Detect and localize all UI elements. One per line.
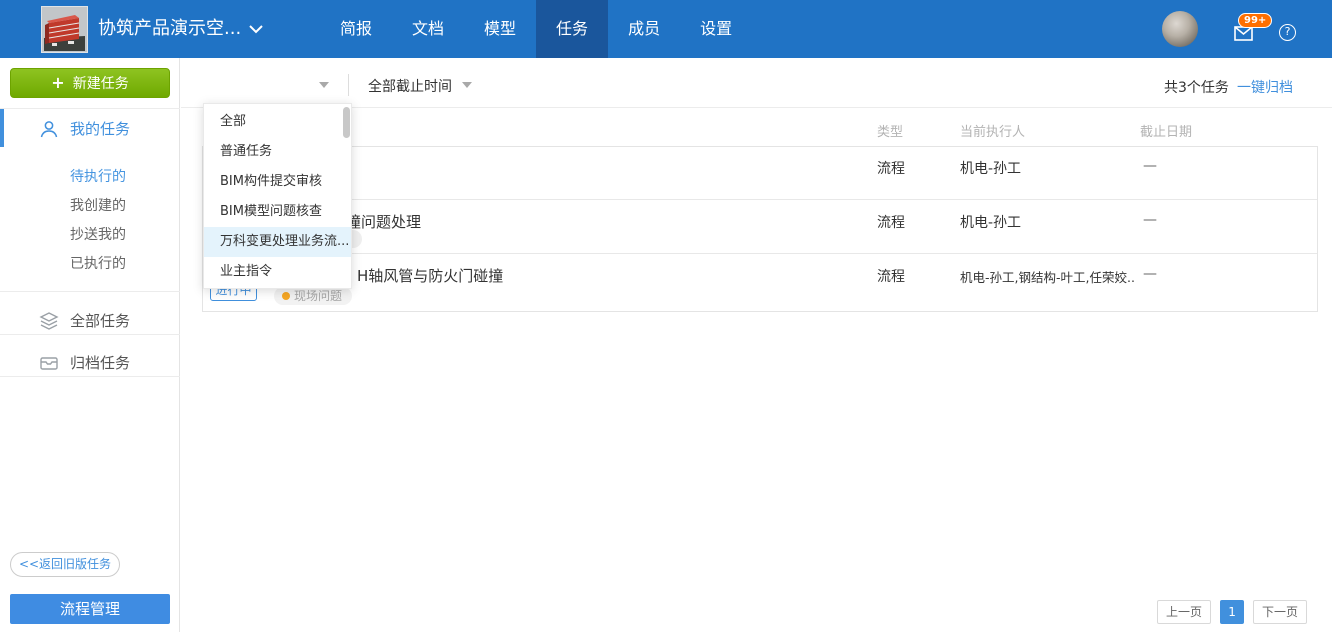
plus-icon: +: [51, 73, 64, 92]
nav-tab-tasks[interactable]: 任务: [536, 0, 608, 58]
menu-item-all[interactable]: 全部: [204, 107, 351, 137]
message-icon[interactable]: [1234, 26, 1253, 41]
task-row-3-deadline: —: [1143, 266, 1157, 282]
column-header-deadline: 截止日期: [1140, 121, 1192, 140]
task-row-2-executor: 机电-孙工: [960, 212, 1021, 232]
task-row-3-executor: 机电-孙工,钢结构-叶工,任荣姣...: [960, 267, 1136, 286]
new-task-button[interactable]: + 新建任务: [10, 68, 170, 98]
back-to-old-version-button[interactable]: <<返回旧版任务: [10, 552, 120, 577]
menu-item-bim-component-review[interactable]: BIM构件提交审核: [204, 167, 351, 197]
one-click-archive-link[interactable]: 一键归档: [1237, 77, 1293, 97]
nav-tab-documents[interactable]: 文档: [392, 0, 464, 58]
divider: [0, 334, 180, 335]
sidebar-item-my-tasks[interactable]: 我的任务: [0, 112, 180, 146]
current-page-button[interactable]: 1: [1220, 600, 1244, 624]
help-icon[interactable]: ?: [1279, 24, 1296, 41]
task-row-2-deadline: —: [1143, 212, 1157, 228]
divider: [0, 376, 180, 377]
column-header-type: 类型: [877, 121, 903, 140]
nav-tab-briefing[interactable]: 简报: [320, 0, 392, 58]
new-task-label: 新建任务: [73, 76, 129, 92]
scrollbar-thumb[interactable]: [343, 107, 350, 138]
task-row-1-deadline: —: [1143, 158, 1157, 174]
archive-tasks-label: 归档任务: [70, 352, 130, 373]
workspace-logo[interactable]: [41, 6, 88, 53]
menu-item-vanke-change-flow[interactable]: 万科变更处理业务流...: [204, 227, 351, 257]
caret-down-icon[interactable]: [319, 82, 329, 88]
sidebar-item-executed[interactable]: 已执行的: [70, 253, 170, 277]
top-bar: 协筑产品演示空... 简报 文档 模型 任务 成员 设置 99+ ?: [0, 0, 1332, 58]
tag-site-issue[interactable]: 现场问题: [274, 287, 352, 305]
task-row-3-title[interactable]: H轴风管与防火门碰撞: [357, 265, 503, 286]
task-row-1-executor: 机电-孙工: [960, 158, 1021, 178]
task-row-2-type: 流程: [877, 212, 905, 232]
task-row-3-type: 流程: [877, 266, 905, 286]
sidebar-item-all-tasks[interactable]: 全部任务: [0, 304, 180, 338]
menu-item-owner-instruction[interactable]: 业主指令: [204, 257, 351, 287]
workspace-title[interactable]: 协筑产品演示空...: [98, 0, 241, 58]
sidebar-item-cc-to-me[interactable]: 抄送我的: [70, 224, 170, 248]
prev-page-button[interactable]: 上一页: [1157, 600, 1211, 624]
task-row-1-type: 流程: [877, 158, 905, 178]
nav-tab-members[interactable]: 成员: [608, 0, 680, 58]
sidebar-item-archive-tasks[interactable]: 归档任务: [0, 346, 180, 380]
nav-tab-models[interactable]: 模型: [464, 0, 536, 58]
main-nav: 简报 文档 模型 任务 成员 设置: [320, 0, 752, 58]
next-page-button[interactable]: 下一页: [1253, 600, 1307, 624]
sidebar-item-created-by-me[interactable]: 我创建的: [70, 195, 170, 219]
my-tasks-label: 我的任务: [70, 118, 130, 139]
person-icon: [39, 119, 59, 139]
nav-tab-settings[interactable]: 设置: [680, 0, 752, 58]
type-filter-menu: 全部 普通任务 BIM构件提交审核 BIM模型问题核查 万科变更处理业务流...…: [203, 103, 352, 289]
notification-badge: 99+: [1238, 13, 1272, 28]
sidebar-item-pending[interactable]: 待执行的: [70, 166, 170, 190]
deadline-filter-dropdown[interactable]: 全部截止时间: [368, 76, 452, 96]
filter-bar: [181, 58, 1332, 108]
tag-dot-icon: [282, 292, 290, 300]
pagination: 上一页 1 下一页: [1157, 600, 1307, 624]
task-row-2-title[interactable]: 撞问题处理: [346, 211, 421, 232]
column-header-executor: 当前执行人: [960, 121, 1025, 140]
building-logo-icon: [42, 7, 87, 52]
sidebar: + 新建任务 我的任务 待执行的 我创建的 抄送我的 已执行的 全部任务: [0, 58, 180, 632]
chevron-down-icon[interactable]: [249, 25, 263, 34]
menu-item-bim-model-check[interactable]: BIM模型问题核查: [204, 197, 351, 227]
row-divider: [203, 253, 1317, 254]
all-tasks-label: 全部任务: [70, 310, 130, 331]
process-management-button[interactable]: 流程管理: [10, 594, 170, 624]
divider: [348, 74, 349, 96]
caret-down-icon[interactable]: [462, 82, 472, 88]
layers-icon: [39, 311, 59, 331]
user-avatar[interactable]: [1162, 11, 1198, 47]
row-divider: [203, 199, 1317, 200]
divider: [0, 108, 180, 109]
tag-label: 现场问题: [294, 289, 342, 303]
task-count: 共3个任务: [1164, 77, 1229, 97]
archive-box-icon: [39, 353, 59, 371]
divider: [0, 291, 180, 292]
menu-item-normal-task[interactable]: 普通任务: [204, 137, 351, 167]
